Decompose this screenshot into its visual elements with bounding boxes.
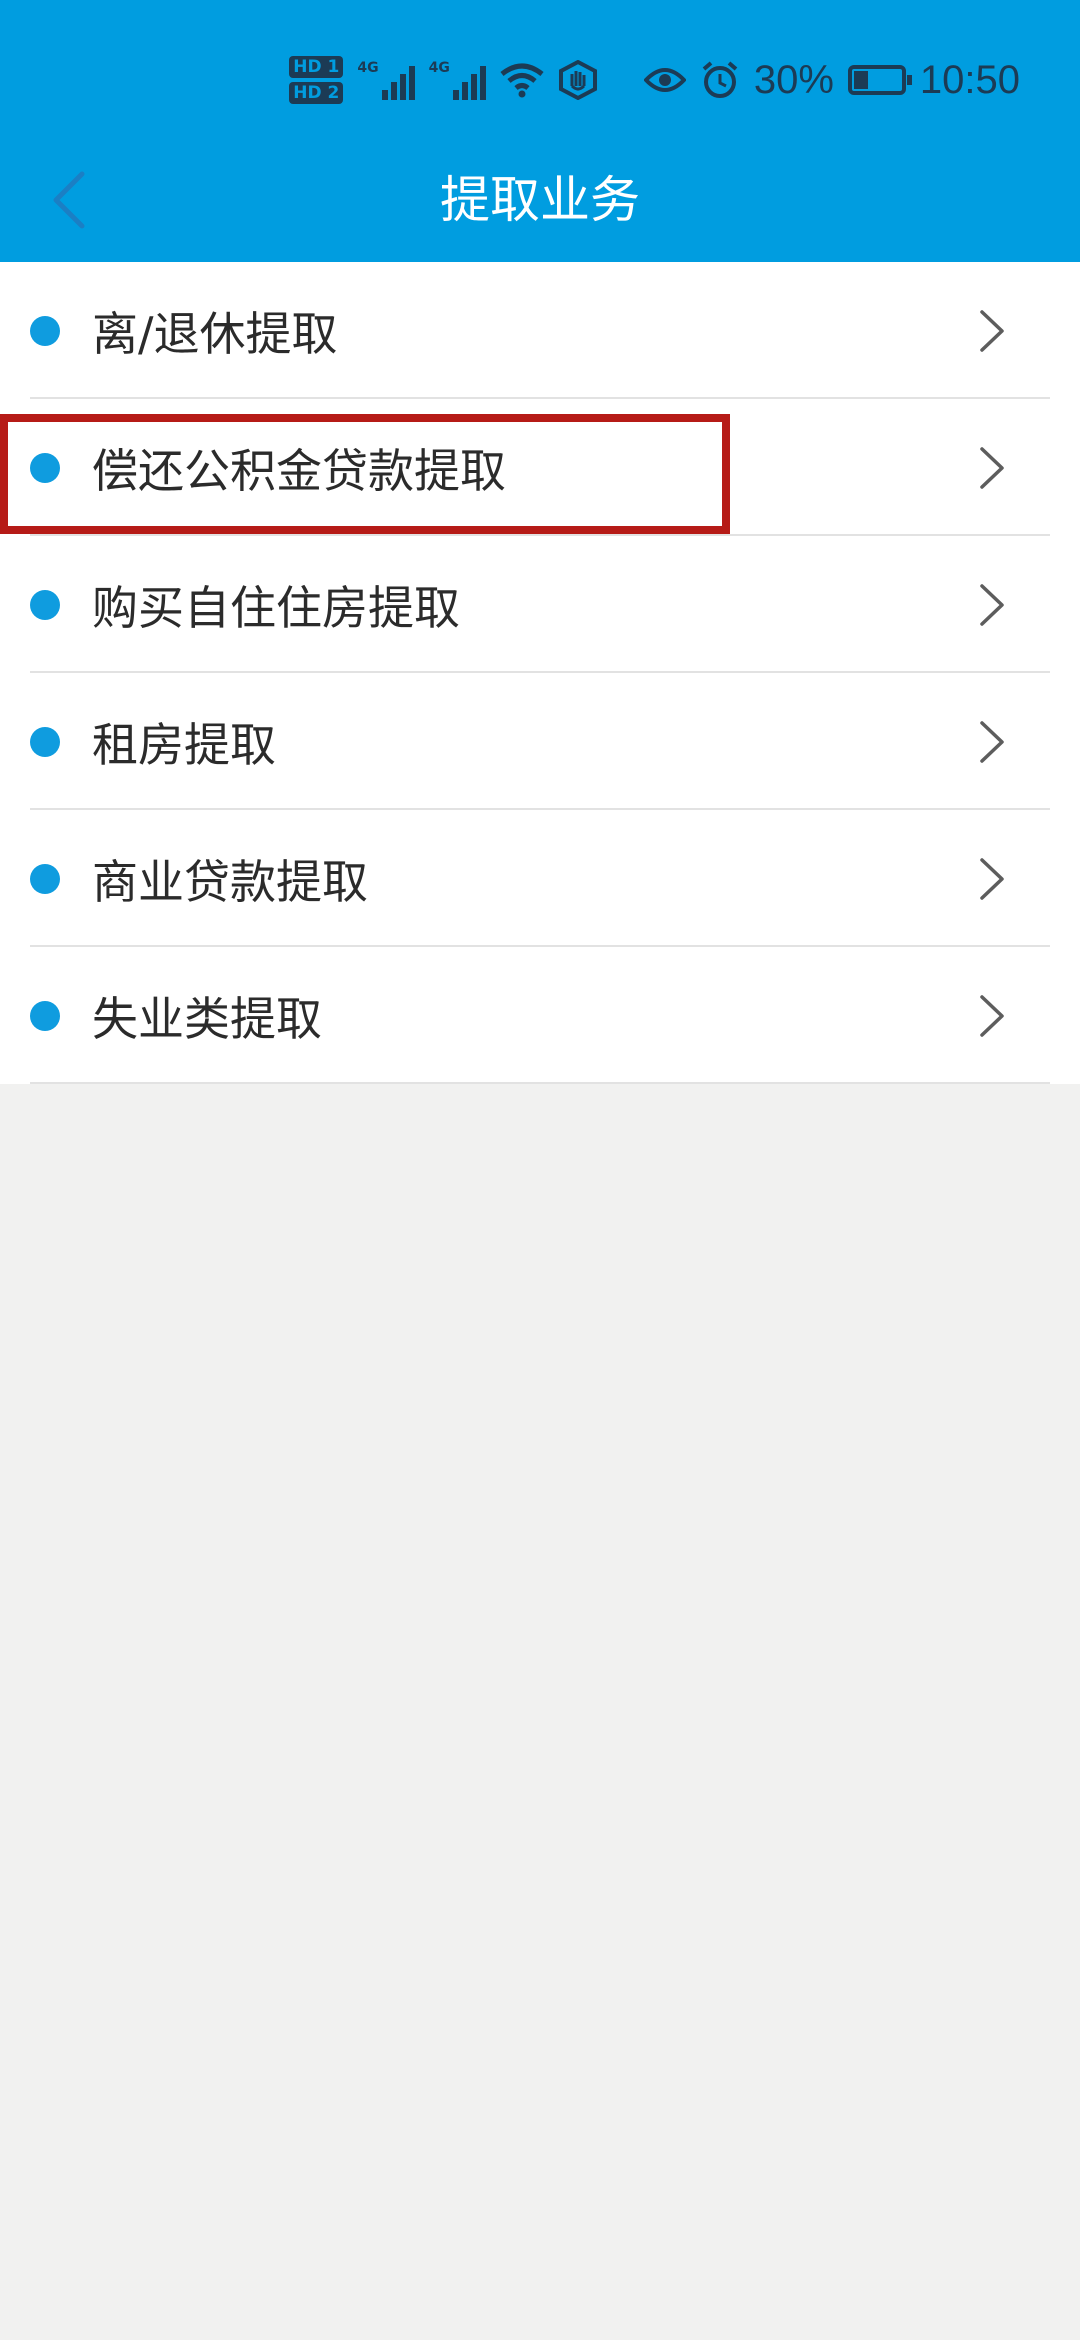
hd-badge-icon: HD 1 HD 2	[289, 56, 344, 104]
chevron-right-icon	[980, 309, 1004, 352]
list-item[interactable]: 购买自住住房提取	[0, 536, 1080, 673]
list-item-label: 商业贷款提取	[92, 854, 368, 909]
signal-icon: 4G	[429, 60, 486, 100]
battery-level	[853, 71, 868, 89]
list-item-label: 购买自住住房提取	[92, 580, 460, 635]
network-type-label: 4G	[428, 60, 450, 76]
list-item-label: 租房提取	[92, 717, 276, 772]
chevron-right-icon	[980, 994, 1004, 1037]
bullet-dot-icon	[30, 589, 60, 620]
status-icons: HD 1 HD 2 4G 4G 30% 10:50	[289, 40, 1020, 120]
list-item-label: 失业类提取	[92, 991, 322, 1046]
wifi-icon	[500, 63, 544, 98]
list-item[interactable]: 失业类提取	[0, 947, 1080, 1084]
bullet-dot-icon	[30, 315, 60, 346]
list-item[interactable]: 商业贷款提取	[0, 810, 1080, 947]
hd1-badge: HD 1	[289, 56, 344, 78]
alarm-icon	[702, 61, 738, 98]
list-item-label: 离/退休提取	[92, 306, 338, 361]
bullet-dot-icon	[30, 452, 60, 483]
chevron-right-icon	[980, 857, 1004, 900]
chevron-right-icon	[980, 583, 1004, 626]
hand-icon	[558, 60, 597, 100]
network-type-label: 4G	[357, 60, 379, 76]
battery-percent: 30%	[753, 57, 834, 102]
bullet-dot-icon	[30, 1000, 60, 1031]
list-item[interactable]: 偿还公积金贷款提取	[0, 399, 1080, 536]
withdrawal-list: 离/退休提取 偿还公积金贷款提取 购买自住住房提取 租房提取 商业贷款提取 失业	[0, 262, 1080, 1084]
clock: 10:50	[919, 57, 1020, 102]
signal-icon: 4G	[357, 60, 415, 100]
title-bar: 提取业务	[0, 150, 1080, 250]
eye-icon	[643, 68, 686, 92]
hd2-badge: HD 2	[289, 82, 344, 104]
bullet-dot-icon	[30, 726, 60, 757]
list-item[interactable]: 离/退休提取	[0, 262, 1080, 399]
bullet-dot-icon	[30, 863, 60, 894]
chevron-right-icon	[980, 446, 1004, 489]
list-item[interactable]: 租房提取	[0, 673, 1080, 810]
page-title: 提取业务	[440, 171, 640, 229]
app-header: HD 1 HD 2 4G 4G 30% 10:50 提取业务	[0, 0, 1080, 262]
list-item-label: 偿还公积金贷款提取	[92, 443, 506, 498]
status-bar: HD 1 HD 2 4G 4G 30% 10:50	[0, 40, 1080, 120]
battery-icon	[847, 65, 912, 95]
chevron-right-icon	[980, 720, 1004, 763]
